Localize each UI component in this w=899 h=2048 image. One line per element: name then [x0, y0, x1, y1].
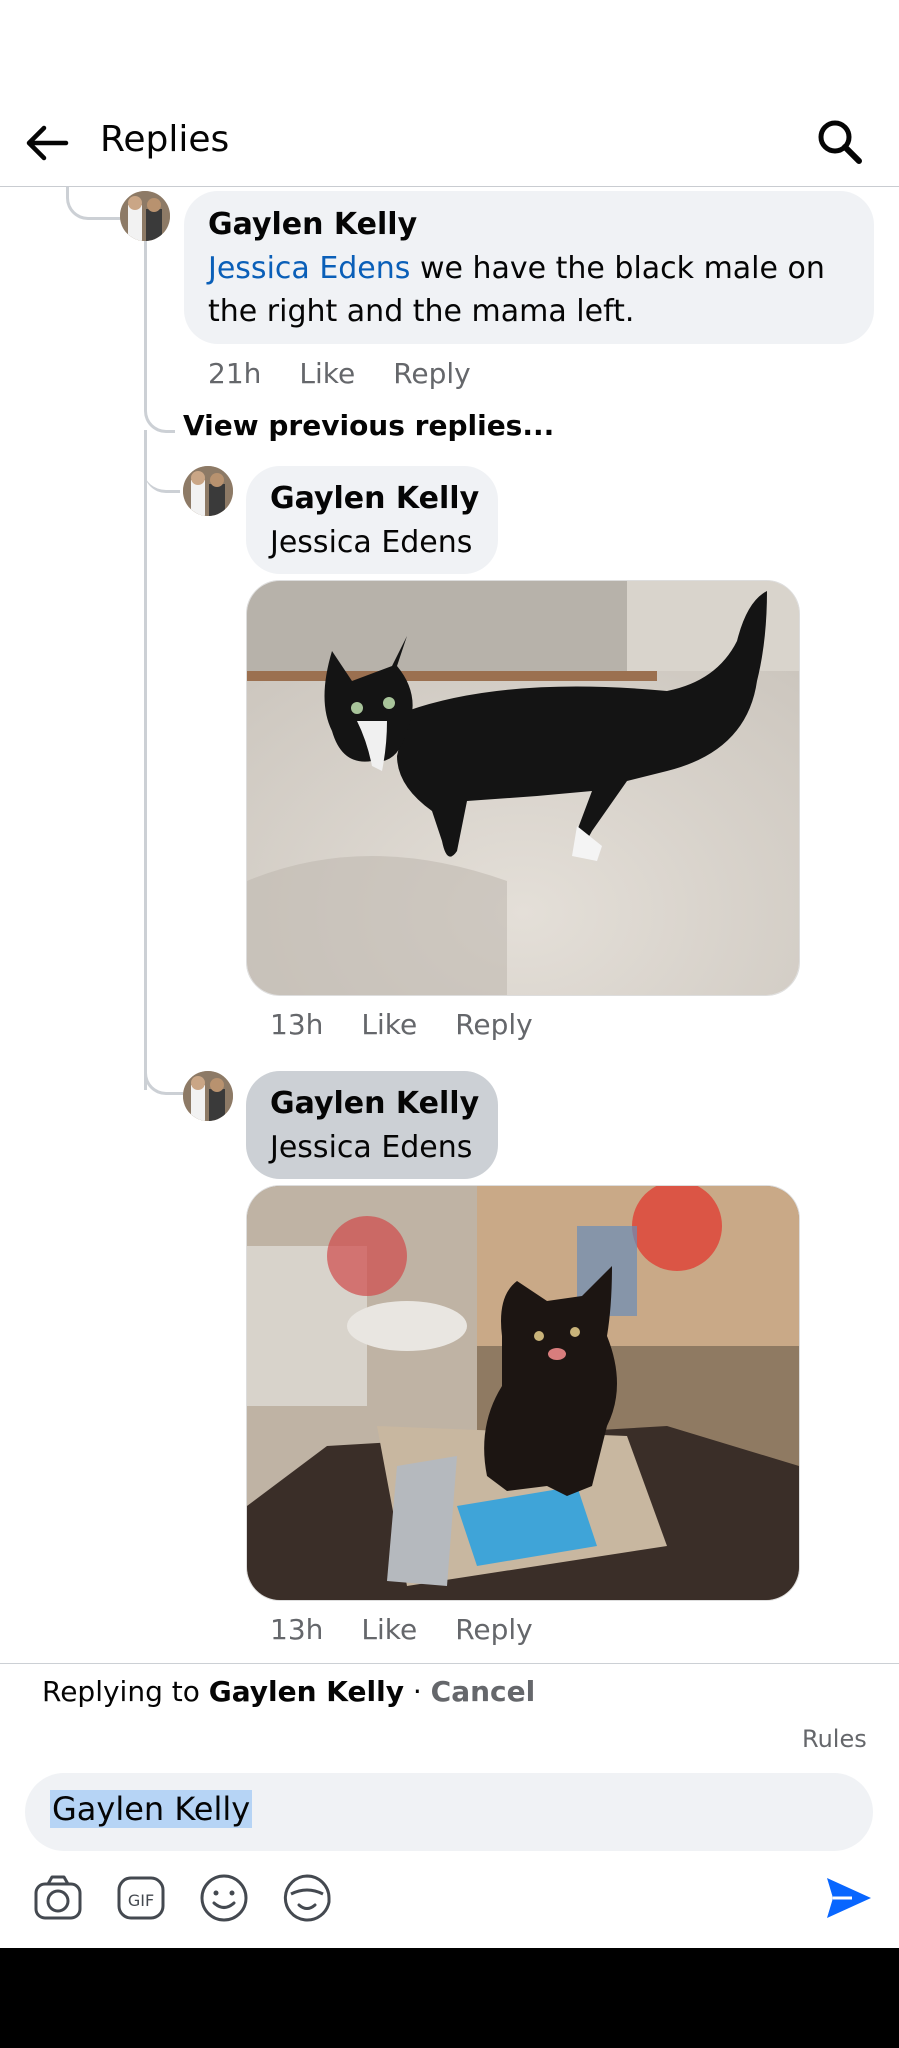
replying-prefix: Replying to [42, 1675, 209, 1708]
timestamp: 13h [270, 1613, 324, 1646]
search-icon[interactable] [814, 116, 866, 168]
like-button[interactable]: Like [361, 1613, 417, 1646]
replying-name: Gaylen Kelly [208, 1675, 404, 1708]
comment-actions: 13h Like Reply [270, 1008, 571, 1041]
comment-author[interactable]: Gaylen Kelly [270, 481, 479, 516]
top-bar: Replies [0, 0, 899, 187]
comment-input-value[interactable]: Gaylen Kelly [50, 1790, 253, 1828]
timestamp: 13h [270, 1008, 324, 1041]
replying-to-label: Replying to Gaylen Kelly · Cancel [42, 1675, 535, 1708]
thread-line [144, 460, 180, 493]
mention-link[interactable]: Jessica Edens [270, 521, 472, 564]
back-arrow-icon[interactable] [22, 118, 72, 168]
timestamp: 21h [208, 357, 262, 390]
svg-text:GIF: GIF [128, 1891, 154, 1910]
cancel-reply-button[interactable]: Cancel [431, 1675, 536, 1708]
thread-line [66, 187, 121, 220]
thread-line [144, 430, 147, 1090]
reply-button[interactable]: Reply [393, 357, 471, 390]
system-navigation-bar [0, 1948, 899, 2048]
comment-author[interactable]: Gaylen Kelly [208, 207, 417, 242]
view-previous-replies-link[interactable]: View previous replies... [183, 409, 554, 442]
comment-actions: 13h Like Reply [270, 1613, 571, 1646]
send-icon[interactable] [824, 1873, 874, 1923]
avatar[interactable] [183, 466, 233, 516]
avatar[interactable] [183, 1071, 233, 1121]
comment-photo-cat[interactable] [246, 580, 800, 996]
gif-icon[interactable]: GIF [115, 1872, 167, 1924]
reply-button[interactable]: Reply [455, 1008, 533, 1041]
mention-link[interactable]: Jessica Edens [208, 251, 410, 286]
separator: · [403, 1675, 431, 1708]
comment-author[interactable]: Gaylen Kelly [270, 1086, 479, 1121]
comment-text: Jessica Edens we have the black male on … [208, 247, 858, 333]
mention-link[interactable]: Jessica Edens [270, 1126, 472, 1169]
like-button[interactable]: Like [299, 357, 355, 390]
thread-line [144, 240, 175, 433]
rules-link[interactable]: Rules [802, 1725, 867, 1753]
camera-icon[interactable] [32, 1872, 84, 1924]
comment-photo-kitten[interactable] [246, 1185, 800, 1601]
sticker-icon[interactable] [281, 1872, 333, 1924]
comment-actions: 21h Like Reply [208, 357, 509, 390]
like-button[interactable]: Like [361, 1008, 417, 1041]
thread-line [144, 1060, 183, 1095]
emoji-icon[interactable] [198, 1872, 250, 1924]
kitten-photo-image [247, 1186, 799, 1600]
page-title: Replies [100, 119, 230, 160]
reply-button[interactable]: Reply [455, 1613, 533, 1646]
avatar[interactable] [120, 191, 170, 241]
cat-photo-image [247, 581, 799, 995]
